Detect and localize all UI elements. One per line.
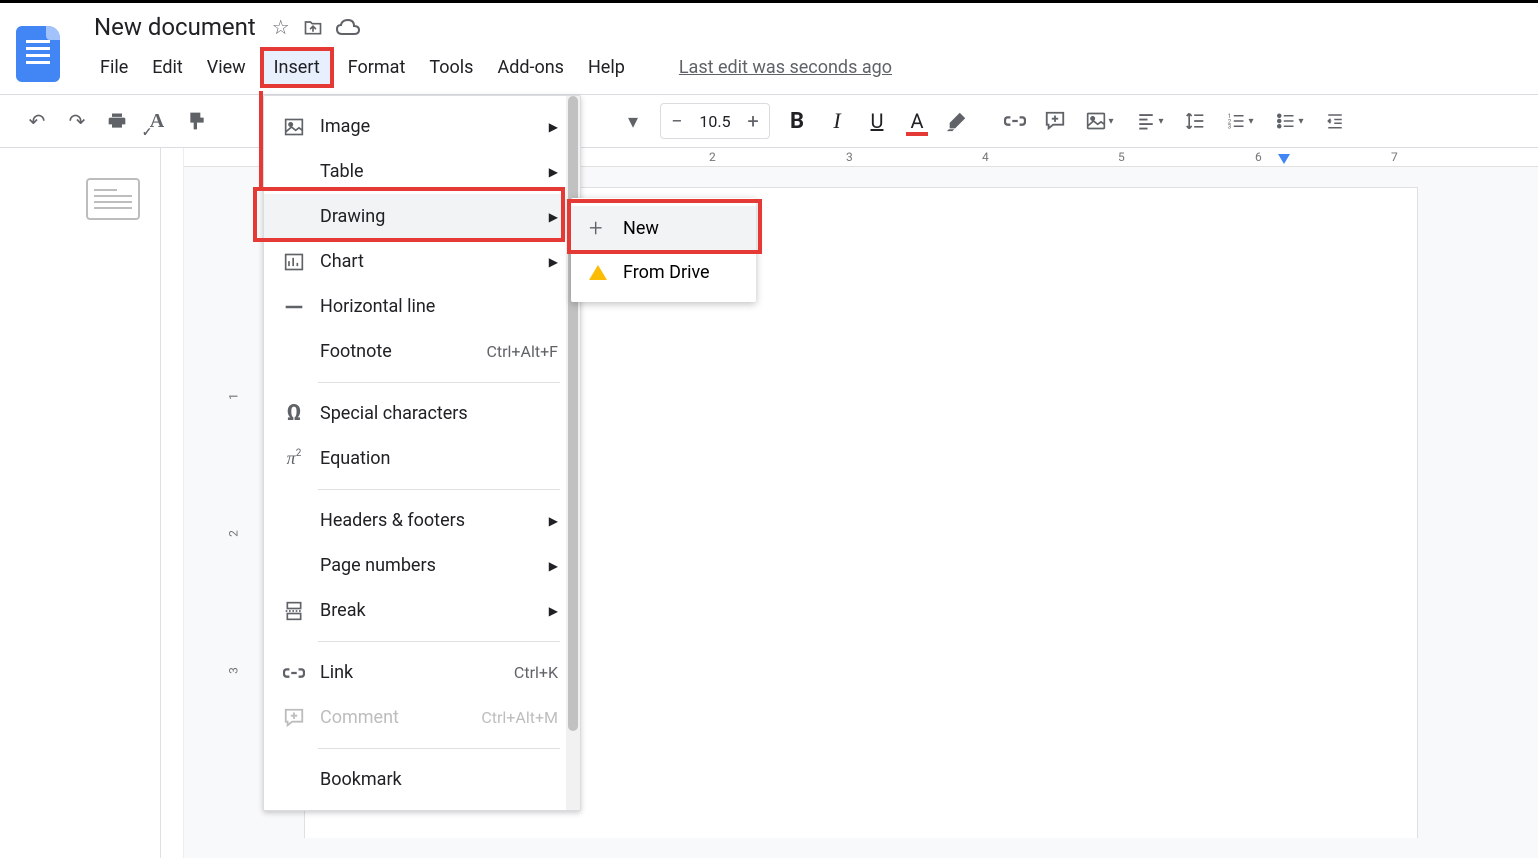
drive-icon [589,265,611,280]
redo-button[interactable]: ↷ [60,104,94,138]
submenu-label: New [623,218,659,239]
menu-help[interactable]: Help [578,51,635,84]
menu-item-label: Bookmark [320,769,402,790]
submenu-label: From Drive [623,262,710,283]
menu-format[interactable]: Format [338,51,416,84]
insert-equation[interactable]: π2 Equation [264,436,580,481]
insert-link-button[interactable] [998,104,1032,138]
italic-button[interactable]: I [820,104,854,138]
menu-item-label: Horizontal line [320,296,435,317]
insert-image-button[interactable]: ▾ [1078,104,1122,138]
bullet-list-button[interactable]: ▾ [1268,104,1312,138]
insert-horizontal-line[interactable]: Horizontal line [264,284,580,329]
chevron-right-icon: ▶ [549,255,558,269]
insert-bookmark[interactable]: Bookmark [264,757,580,802]
insert-special-characters[interactable]: Ω Special characters [264,391,580,436]
print-button[interactable] [100,104,134,138]
menu-item-label: Special characters [320,403,468,424]
menu-shortcut: Ctrl+Alt+F [486,342,558,361]
spellcheck-button[interactable]: A✓ [140,104,174,138]
menu-item-label: Drawing [320,206,385,227]
decrease-font-button[interactable]: − [661,104,693,138]
text-color-button[interactable]: A [900,104,934,138]
menu-file[interactable]: File [90,51,138,84]
docs-logo[interactable] [16,26,60,82]
menu-shortcut: Ctrl+K [514,663,558,682]
bold-button[interactable]: B [780,104,814,138]
underline-button[interactable]: U [860,104,894,138]
insert-image[interactable]: Image ▶ [264,104,580,149]
decrease-indent-button[interactable] [1318,104,1352,138]
insert-drawing[interactable]: Drawing ▶ [264,194,580,239]
link-icon [282,662,306,684]
insert-comment[interactable]: Comment Ctrl+Alt+M [264,695,580,740]
star-icon[interactable]: ☆ [272,15,290,39]
ruler-marker[interactable] [1278,154,1290,164]
cloud-status-icon[interactable] [336,18,360,36]
insert-menu-dropdown: Image ▶ Table ▶ Drawing ▶ Chart ▶ Horizontal lin… [263,95,581,811]
menu-item-label: Equation [320,448,390,469]
menu-item-label: Image [320,116,370,137]
menu-view[interactable]: View [197,51,256,84]
move-icon[interactable] [302,17,324,37]
chevron-right-icon: ▶ [549,514,558,528]
line-spacing-button[interactable] [1178,104,1212,138]
insert-chart[interactable]: Chart ▶ [264,239,580,284]
font-dropdown-arrow[interactable]: ▾ [616,104,650,138]
chevron-right-icon: ▶ [549,165,558,179]
insert-break[interactable]: Break ▶ [264,588,580,633]
menu-bar: File Edit View Insert Format Tools Add-o… [90,47,892,88]
numbered-list-button[interactable]: 123 ▾ [1218,104,1262,138]
toolbar: ↶ ↷ A✓ ▾ − 10.5 + B I U A ▾ ▾ 123 ▾ [0,94,1538,148]
omega-icon: Ω [282,401,306,426]
pi-icon: π2 [282,448,306,469]
plus-icon: + [589,214,611,242]
paint-format-button[interactable] [180,104,214,138]
insert-page-numbers[interactable]: Page numbers ▶ [264,543,580,588]
svg-text:3: 3 [1228,124,1231,131]
vertical-ruler: 1 2 3 [161,148,184,858]
insert-link[interactable]: Link Ctrl+K [264,650,580,695]
menu-item-label: Break [320,600,366,621]
chevron-right-icon: ▶ [549,559,558,573]
align-button[interactable]: ▾ [1128,104,1172,138]
comment-icon [282,707,306,729]
document-title[interactable]: New document [90,11,260,43]
menu-tools[interactable]: Tools [419,51,483,84]
drawing-from-drive[interactable]: From Drive [571,250,756,294]
add-comment-button[interactable] [1038,104,1072,138]
highlight-button[interactable] [940,104,974,138]
menu-addons[interactable]: Add-ons [487,51,574,84]
menu-shortcut: Ctrl+Alt+M [481,708,558,727]
menu-item-label: Comment [320,707,399,728]
menu-item-label: Page numbers [320,555,436,576]
break-icon [282,601,306,621]
insert-headers-footers[interactable]: Headers & footers ▶ [264,498,580,543]
menu-item-label: Table [320,161,364,182]
drawing-submenu: + New From Drive [571,198,756,302]
menu-item-label: Headers & footers [320,510,465,531]
insert-footnote[interactable]: Footnote Ctrl+Alt+F [264,329,580,374]
image-icon [282,117,306,137]
font-size-value[interactable]: 10.5 [693,112,737,131]
hline-icon [282,297,306,317]
last-edit-link[interactable]: Last edit was seconds ago [679,57,892,78]
chevron-right-icon: ▶ [549,120,558,134]
insert-table[interactable]: Table ▶ [264,149,580,194]
menu-item-label: Footnote [320,341,392,362]
chevron-right-icon: ▶ [549,604,558,618]
chart-icon [282,252,306,272]
undo-button[interactable]: ↶ [20,104,54,138]
menu-item-label: Link [320,662,353,683]
menu-insert[interactable]: Insert [260,47,334,88]
outline-icon[interactable] [86,178,140,220]
increase-font-button[interactable]: + [737,104,769,138]
menu-edit[interactable]: Edit [142,51,192,84]
chevron-right-icon: ▶ [549,210,558,224]
menu-item-label: Chart [320,251,364,272]
drawing-new[interactable]: + New [571,206,756,250]
